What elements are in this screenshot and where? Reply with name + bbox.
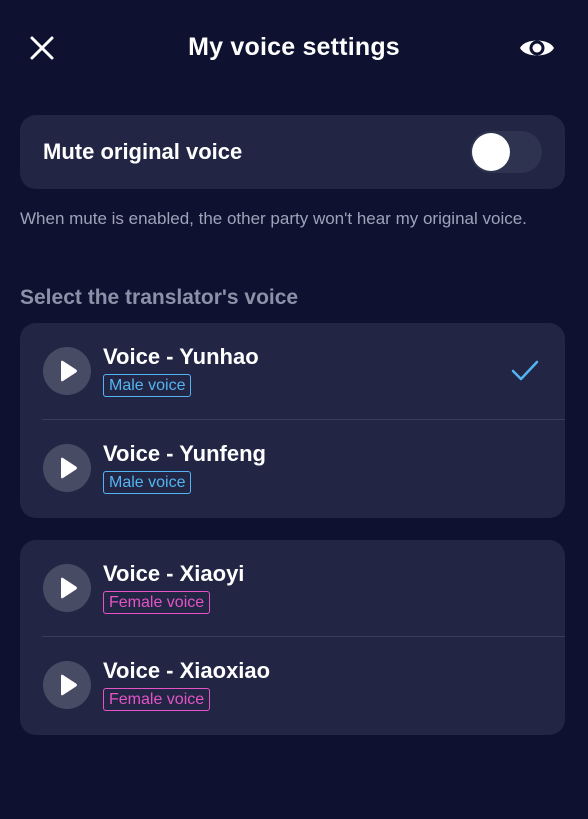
voice-tag: Female voice <box>103 688 211 711</box>
voice-option-xiaoyi[interactable]: Voice - Xiaoyi Female voice <box>20 540 565 637</box>
mute-card: Mute original voice <box>20 115 565 189</box>
toggle-knob <box>472 133 510 171</box>
visibility-button[interactable] <box>519 34 555 62</box>
play-icon <box>61 674 77 696</box>
top-bar: My voice settings <box>0 0 588 98</box>
play-button[interactable] <box>43 444 91 492</box>
play-button[interactable] <box>43 347 91 395</box>
voice-name: Voice - Xiaoyi <box>103 561 245 586</box>
voice-tag: Female voice <box>103 591 211 614</box>
play-button[interactable] <box>43 564 91 612</box>
eye-icon[interactable] <box>519 34 555 62</box>
voice-name: Voice - Yunfeng <box>103 441 266 466</box>
play-icon <box>61 577 77 599</box>
section-title: Select the translator's voice <box>20 286 299 309</box>
voice-name: Voice - Yunhao <box>103 344 259 369</box>
voice-tag: Male voice <box>103 471 192 494</box>
voice-option-xiaoxiao[interactable]: Voice - Xiaoxiao Female voice <box>20 637 565 734</box>
mute-label: Mute original voice <box>43 139 243 164</box>
check-icon <box>511 360 539 381</box>
voice-tag: Male voice <box>103 374 192 397</box>
mute-hint: When mute is enabled, the other party wo… <box>20 209 527 228</box>
play-icon <box>61 360 77 382</box>
voice-name: Voice - Xiaoxiao <box>103 658 271 683</box>
play-icon <box>61 457 77 479</box>
play-button[interactable] <box>43 661 91 709</box>
female-voice-group: Voice - Xiaoyi Female voice Voice - Xiao… <box>20 540 565 735</box>
page-title: My voice settings <box>188 33 400 61</box>
male-voice-group: Voice - Yunhao Male voice Voice - Yunfen… <box>20 323 565 518</box>
voice-option-yunhao[interactable]: Voice - Yunhao Male voice <box>20 323 565 420</box>
mute-toggle[interactable] <box>470 131 542 173</box>
voice-option-yunfeng[interactable]: Voice - Yunfeng Male voice <box>20 420 565 517</box>
